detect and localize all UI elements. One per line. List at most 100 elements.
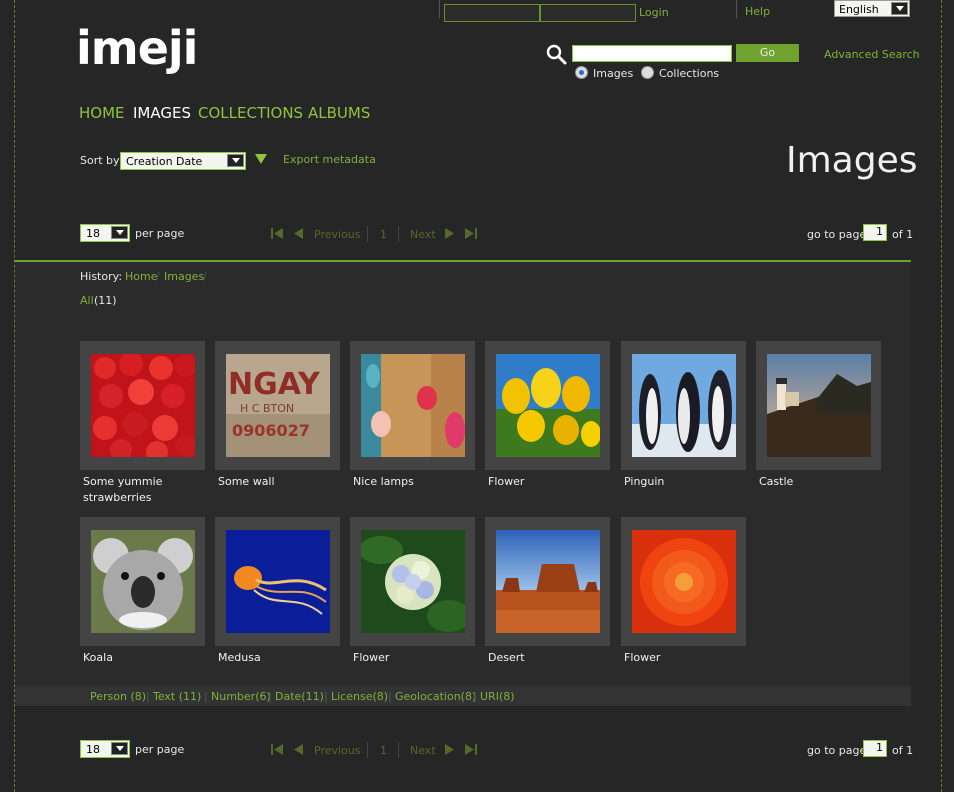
facet-separator: | [204,690,208,703]
image-tile[interactable] [80,341,205,470]
lamps-image [361,354,465,457]
image-caption[interactable]: Nice lamps [353,474,471,490]
search-input[interactable] [572,45,732,62]
username-field[interactable] [444,4,540,22]
svg-text:H C BTON: H C BTON [240,402,294,415]
imeji-logo[interactable]: imeji [76,18,198,78]
penguins-image [632,354,736,457]
scope-radio-collections[interactable] [641,66,654,79]
strawberries-image [91,354,195,457]
image-caption[interactable]: Medusa [218,650,336,666]
page-frame-right [941,0,942,792]
image-tile[interactable] [485,341,610,470]
chrysanthemum-image [632,530,736,633]
advanced-search-link[interactable]: Advanced Search [824,48,920,61]
image-caption[interactable]: Flower [488,474,606,490]
wall-image: NGAY C H C BTON 0906027 [226,354,330,457]
pager-divider [398,742,399,758]
pager-divider [367,742,368,758]
nav-images[interactable]: IMAGES [133,104,191,122]
nav-albums[interactable]: ALBUMS [308,104,370,122]
image-caption[interactable]: Some wall [218,474,336,490]
image-caption[interactable]: Castle [759,474,877,490]
first-prev-icons [271,228,303,239]
image-tile[interactable] [485,517,610,646]
scope-radio-images[interactable] [575,66,588,79]
export-metadata-link[interactable]: Export metadata [283,153,376,166]
image-caption[interactable]: Desert [488,650,606,666]
login-link[interactable]: Login [639,6,669,19]
image-tile[interactable] [756,341,881,470]
language-select[interactable]: English [834,0,910,17]
sort-select[interactable]: Creation Date [120,152,246,170]
facet-geolocation[interactable]: Geolocation(8) [395,690,476,703]
goto-label: go to page [807,744,867,757]
per-page-label: per page [135,227,185,240]
search-icon[interactable] [546,44,568,66]
chevron-down-icon [227,154,244,167]
filter-all[interactable]: All [80,294,94,307]
image-tile[interactable] [621,517,746,646]
image-caption[interactable]: Flower [353,650,471,666]
goto-label: go to page [807,228,867,241]
image-caption[interactable]: Pinguin [624,474,742,490]
facet-separator: | [146,690,150,703]
go-button[interactable]: Go [736,44,799,62]
sort-value: Creation Date [126,155,203,168]
current-page: 1 [380,744,387,757]
next-last-icons [445,228,477,239]
facet-person[interactable]: Person (8) [90,690,146,703]
current-page: 1 [380,228,387,241]
image-tile[interactable] [350,517,475,646]
facet-number[interactable]: Number(6) [211,690,271,703]
desert-image [496,530,600,633]
facet-separator: | [324,690,328,703]
image-caption[interactable]: Koala [83,650,201,666]
per-page-label: per page [135,743,185,756]
per-page-value: 18 [86,227,100,240]
next-link[interactable]: Next [410,744,436,757]
image-tile[interactable] [350,341,475,470]
per-page-select[interactable]: 18 [80,740,130,758]
next-link[interactable]: Next [410,228,436,241]
previous-link[interactable]: Previous [314,228,361,241]
svg-text:NGAY C: NGAY C [228,367,330,402]
nav-collections[interactable]: COLLECTIONS [198,104,303,122]
next-last-icons [445,744,477,755]
scope-label-collections: Collections [659,67,720,80]
image-tile[interactable]: NGAY C H C BTON 0906027 [215,341,340,470]
header-divider [439,0,440,18]
breadcrumb-images[interactable]: Images [164,270,204,283]
facet-separator: | [388,690,392,703]
image-tile[interactable] [215,517,340,646]
previous-link[interactable]: Previous [314,744,361,757]
facet-date[interactable]: Date(11) [275,690,324,703]
history-label: History: [80,270,123,283]
per-page-value: 18 [86,743,100,756]
breadcrumb-home[interactable]: Home [125,270,157,283]
chevron-down-icon [111,226,128,239]
svg-text:0906027: 0906027 [232,421,310,440]
password-field[interactable] [540,4,636,22]
koala-image [91,530,195,633]
breadcrumb-separator: / [156,270,160,283]
image-tile[interactable] [621,341,746,470]
goto-page-input[interactable]: 1 [863,224,887,241]
logo-text: imeji [76,21,198,75]
facet-uri[interactable]: URI(8) [480,690,515,703]
nav-home[interactable]: HOME [79,104,125,122]
facet-text[interactable]: Text (11) [153,690,201,703]
pager-divider [398,226,399,242]
page-count: of 1 [892,744,914,757]
export-arrow-icon[interactable] [255,154,267,164]
goto-page-input[interactable]: 1 [863,740,887,757]
image-caption[interactable]: Flower [624,650,742,666]
filter-count: (11) [94,294,117,307]
facet-license[interactable]: License(8) [331,690,388,703]
help-link[interactable]: Help [745,5,770,18]
per-page-select[interactable]: 18 [80,224,130,242]
image-tile[interactable] [80,517,205,646]
image-caption[interactable]: Some yummie strawberries [83,474,201,506]
chevron-down-icon [111,742,128,755]
sort-label: Sort by [80,154,120,167]
